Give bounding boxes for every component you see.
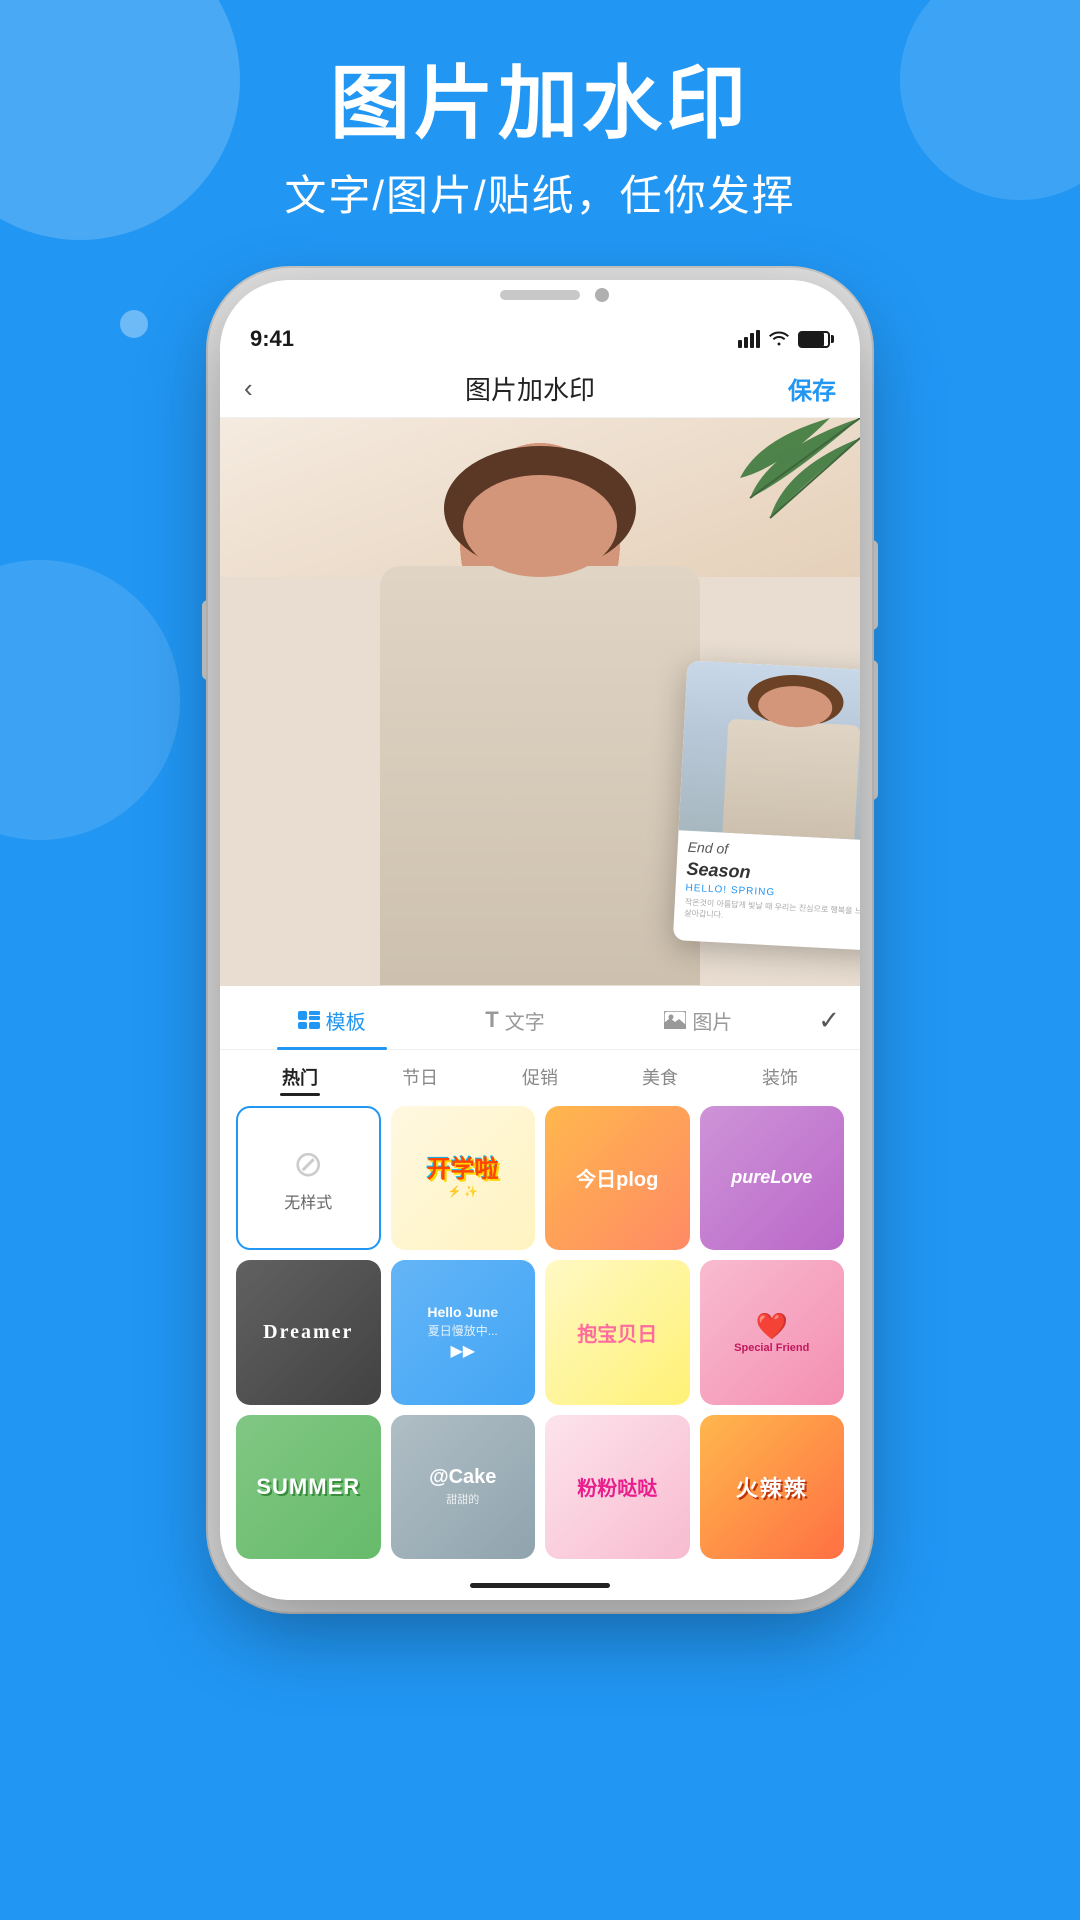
signal-icon <box>738 330 760 348</box>
text-tab-icon: T <box>485 1007 498 1033</box>
sticker-pink[interactable]: 粉粉哒哒 <box>545 1415 690 1560</box>
category-decor[interactable]: 装饰 <box>720 1064 840 1096</box>
tab-image-label: 图片 <box>692 1006 732 1035</box>
save-button[interactable]: 保存 <box>776 371 836 406</box>
sticker-special[interactable]: ❤️ Special Friend <box>700 1260 845 1405</box>
category-row: 热门 节日 促销 美食 装饰 <box>220 1050 860 1106</box>
battery-icon <box>798 331 830 348</box>
check-icon: ✓ <box>818 1005 840 1036</box>
floating-card: End of Season HELLO! SPRING 작은것이 아름답게 빛날… <box>673 660 860 951</box>
person-body <box>380 566 700 986</box>
category-food[interactable]: 美食 <box>600 1064 720 1096</box>
status-bar-area: 9:41 <box>220 280 860 360</box>
header-title: 图片加水印 <box>0 60 1080 148</box>
sticker-cake[interactable]: @Cake 甜甜的 <box>391 1415 536 1560</box>
status-bar: 9:41 <box>250 316 830 352</box>
sticker-grid: ⊘ 无样式 开学啦 ⚡ ✨ 今日plog <box>220 1106 860 1576</box>
header-subtitle: 文字/图片/贴纸，任你发挥 <box>0 162 1080 223</box>
tab-template[interactable]: 模板 <box>240 1000 423 1041</box>
home-bar <box>470 1583 610 1588</box>
home-indicator-area <box>220 1575 860 1600</box>
sticker-pink-text: 粉粉哒哒 <box>571 1466 663 1507</box>
tab-text-label: 文字 <box>505 1006 545 1035</box>
status-time: 9:41 <box>250 326 294 352</box>
sticker-summer-text: SUMMER <box>256 1474 360 1500</box>
bottom-panel: 模板 T 文字 图片 ✓ <box>220 986 860 1601</box>
no-style-icon: ⊘ <box>293 1143 323 1185</box>
sticker-hot-text: 火辣辣 <box>736 1471 808 1503</box>
sticker-baobei[interactable]: 抱宝贝日 <box>545 1260 690 1405</box>
tab-row: 模板 T 文字 图片 ✓ <box>220 986 860 1050</box>
sticker-cake-sub: 甜甜的 <box>429 1491 496 1507</box>
sticker-kaixin-text: 开学啦 <box>427 1156 499 1183</box>
sticker-no-style[interactable]: ⊘ 无样式 <box>236 1106 381 1251</box>
card-text-area: End of Season HELLO! SPRING 작은것이 아름답게 빛날… <box>674 830 860 937</box>
header-section: 图片加水印 文字/图片/贴纸，任你发挥 <box>0 60 1080 223</box>
sticker-special-text: Special Friend <box>734 1342 809 1354</box>
sticker-hello[interactable]: Hello June 夏日慢放中... ▶▶ <box>391 1260 536 1405</box>
person-head <box>463 475 617 577</box>
phone-frame: 9:41 <box>220 280 860 1600</box>
sticker-dreamer-text: Dreamer <box>263 1321 353 1344</box>
sticker-kaixin[interactable]: 开学啦 ⚡ ✨ <box>391 1106 536 1251</box>
phone-volume-button <box>202 600 214 680</box>
app-navbar: ‹ 图片加水印 保存 <box>220 360 860 418</box>
tab-image[interactable]: 图片 <box>607 1000 790 1041</box>
sticker-baobei-text: 抱宝贝日 <box>571 1312 663 1353</box>
template-icon <box>298 1011 320 1029</box>
nav-title: 图片加水印 <box>284 370 776 407</box>
category-promo[interactable]: 促销 <box>480 1064 600 1096</box>
bg-circle-bottomleft <box>0 560 180 840</box>
photo-area: End of Season HELLO! SPRING 작은것이 아름답게 빛날… <box>220 418 860 986</box>
check-button[interactable]: ✓ <box>790 1005 840 1036</box>
front-camera <box>595 288 609 302</box>
sticker-special-heart: ❤️ <box>734 1311 809 1342</box>
image-tab-icon <box>664 1011 686 1029</box>
card-photo <box>679 660 860 841</box>
tab-text[interactable]: T 文字 <box>423 1000 606 1041</box>
sticker-kaixin-sub: ⚡ ✨ <box>427 1185 499 1198</box>
sticker-cake-text: @Cake <box>429 1466 496 1489</box>
phone-power-button <box>866 540 878 630</box>
speaker <box>500 290 580 300</box>
sticker-hot[interactable]: 火辣辣 <box>700 1415 845 1560</box>
sticker-love-text: pureLove <box>725 1161 818 1194</box>
category-hot[interactable]: 热门 <box>240 1064 360 1096</box>
phone-inner: 9:41 <box>220 280 860 1600</box>
sticker-dreamer[interactable]: Dreamer <box>236 1260 381 1405</box>
sticker-love[interactable]: pureLove <box>700 1106 845 1251</box>
status-icons <box>738 328 830 351</box>
sticker-summer[interactable]: SUMMER <box>236 1415 381 1560</box>
bg-dot <box>120 310 148 338</box>
sticker-hello-icon: ▶▶ <box>427 1341 498 1361</box>
back-button[interactable]: ‹ <box>244 373 284 404</box>
sticker-hello-sub: 夏日慢放中... <box>427 1322 498 1339</box>
sticker-plog[interactable]: 今日plog <box>545 1106 690 1251</box>
sticker-plog-text: 今日plog <box>570 1157 664 1198</box>
tab-template-label: 模板 <box>326 1006 366 1035</box>
no-style-label: 无样式 <box>284 1189 332 1213</box>
wifi-icon <box>768 328 790 351</box>
notch <box>440 280 640 316</box>
category-holiday[interactable]: 节日 <box>360 1064 480 1096</box>
plant-decoration <box>710 418 860 548</box>
phone-silent-button <box>866 660 878 800</box>
sticker-hello-text: Hello June <box>427 1304 498 1320</box>
phone-mockup: 9:41 <box>220 280 860 1640</box>
